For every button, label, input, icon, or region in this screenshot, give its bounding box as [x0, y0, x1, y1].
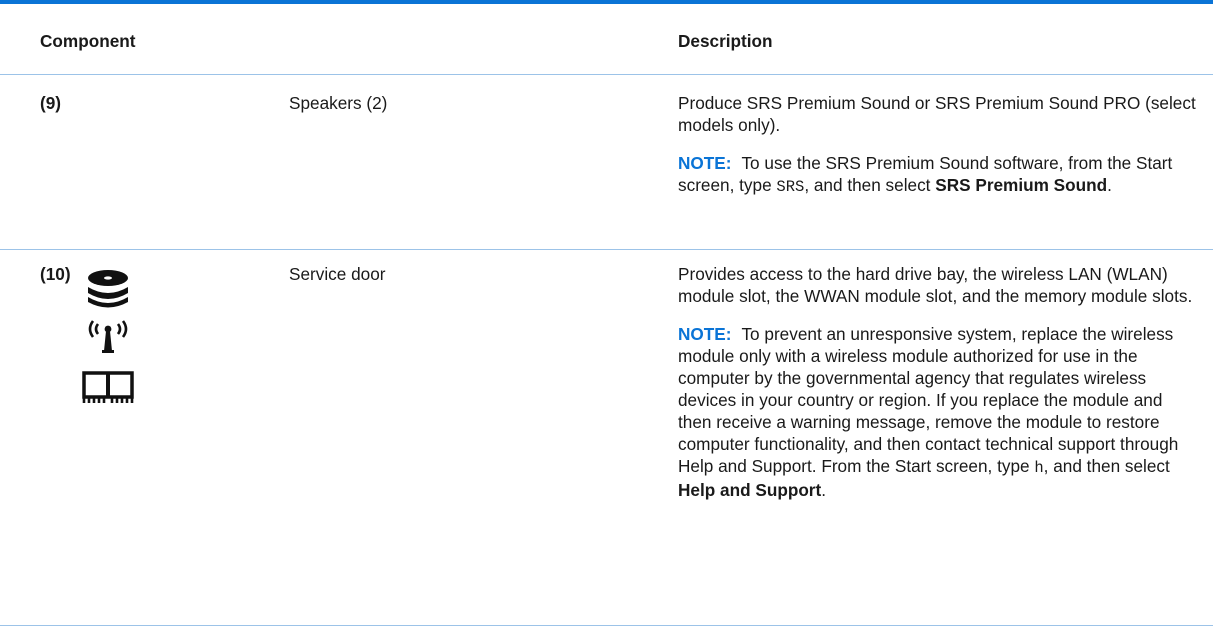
- memory-module-icon: [82, 371, 134, 403]
- bottom-divider: [0, 625, 1213, 626]
- table-row: (9) Speakers (2) Produce SRS Premium Sou…: [0, 92, 1213, 242]
- hard-drive-icon: [88, 270, 128, 308]
- note-label: NOTE:: [678, 153, 732, 173]
- note-bold: SRS Premium Sound: [935, 175, 1108, 195]
- description-text: Produce SRS Premium Sound or SRS Premium…: [678, 93, 1196, 135]
- header-component: Component: [40, 31, 136, 51]
- component-description: Provides access to the hard drive bay, t…: [678, 263, 1196, 517]
- header-divider: [0, 74, 1213, 75]
- note-text-2: , and then select: [804, 175, 931, 195]
- note: NOTE: To prevent an unresponsive system, …: [678, 323, 1196, 501]
- table-row: (10) Service door Provides access to the…: [0, 263, 1213, 623]
- note-text-2: , and then select: [1043, 456, 1170, 476]
- row-number: (9): [40, 93, 62, 113]
- note-label: NOTE:: [678, 324, 732, 344]
- note: NOTE: To use the SRS Premium Sound softwa…: [678, 152, 1196, 198]
- note-bold: Help and Support: [678, 480, 822, 500]
- note-code: SRS: [776, 178, 805, 196]
- row-number: (10): [40, 264, 71, 284]
- note-end: .: [821, 480, 827, 500]
- table-header: Component Description: [0, 4, 1213, 74]
- description-text: Provides access to the hard drive bay, t…: [678, 264, 1193, 306]
- note-text: To prevent an unresponsive system, repla…: [678, 324, 1179, 476]
- component-icons: [82, 269, 166, 409]
- row-divider: [0, 249, 1213, 250]
- note-end: .: [1107, 175, 1112, 195]
- component-description: Produce SRS Premium Sound or SRS Premium…: [678, 92, 1196, 214]
- component-name: Service door: [289, 264, 386, 284]
- note-code: h: [1034, 459, 1044, 477]
- wireless-antenna-icon: [88, 320, 128, 353]
- header-description: Description: [678, 31, 773, 51]
- component-name: Speakers (2): [289, 93, 388, 113]
